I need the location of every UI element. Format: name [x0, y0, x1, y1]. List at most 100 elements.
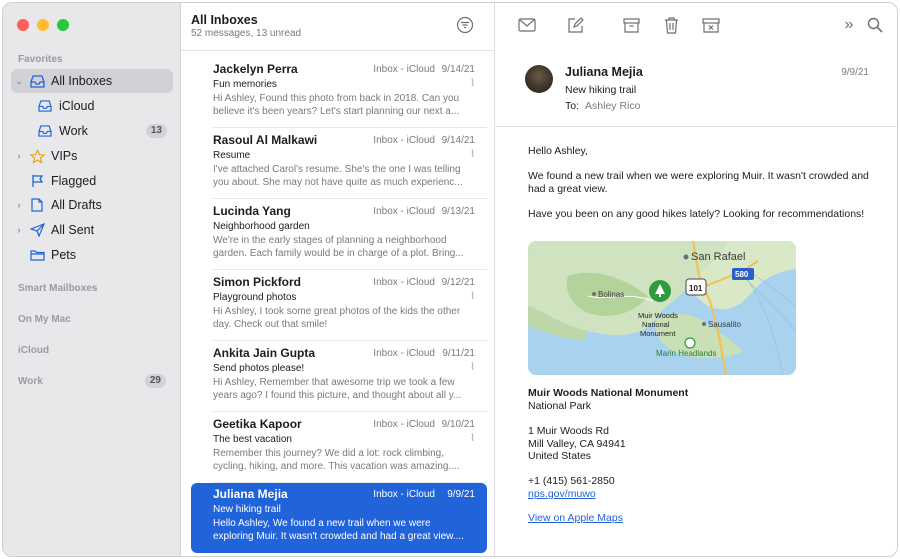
sidebar-item-label: All Inboxes — [51, 74, 113, 88]
avatar — [525, 65, 553, 93]
sidebar-item-icloud[interactable]: iCloud — [11, 94, 173, 118]
message-date: 9/11/21 — [442, 348, 475, 359]
folder-icon — [29, 247, 45, 263]
message-mailbox: Inbox - iCloud — [373, 135, 435, 146]
message-row[interactable]: Simon Pickford Inbox - iCloud 9/12/21 Pl… — [191, 271, 487, 341]
place-type: National Park — [528, 400, 592, 412]
apple-maps-link[interactable]: View on Apple Maps — [528, 512, 623, 524]
sidebar-item-flagged[interactable]: Flagged — [11, 169, 173, 193]
chevron-down-icon[interactable]: ⌄ — [13, 76, 25, 87]
message-mailbox: Inbox - iCloud — [373, 489, 435, 500]
message-sender: Lucinda Yang — [213, 204, 291, 218]
website-link[interactable]: nps.gov/muwo — [528, 488, 596, 500]
sidebar-item-pets[interactable]: Pets — [11, 243, 173, 267]
sidebar-item-all-inboxes[interactable]: ⌄ All Inboxes — [11, 69, 173, 93]
sender-name: Juliana Mejia — [565, 65, 643, 79]
sidebar-item-vips[interactable]: › VIPs — [11, 144, 173, 168]
message-row[interactable]: Ankita Jain Gupta Inbox - iCloud 9/11/21… — [191, 342, 487, 412]
message-date: 9/13/21 — [441, 206, 475, 217]
tray-icon — [29, 73, 45, 89]
message-row[interactable]: Lucinda Yang Inbox - iCloud 9/13/21 Neig… — [191, 200, 487, 270]
smart-mailboxes-header[interactable]: Smart Mailboxes — [18, 283, 97, 294]
message-sender: Geetika Kapoor — [213, 417, 302, 431]
message-mailbox: Inbox - iCloud — [373, 64, 435, 75]
message-subject: Resume — [213, 150, 251, 161]
message-sender: Rasoul Al Malkawi — [213, 133, 318, 147]
star-icon — [29, 148, 45, 164]
address-line: United States — [528, 450, 592, 462]
message-date: 9/10/21 — [441, 419, 475, 430]
message-preview: Hello Ashley, We found a new trail when … — [213, 518, 464, 542]
message-date: 9/14/21 — [441, 64, 475, 75]
on-my-mac-header[interactable]: On My Mac — [18, 314, 71, 325]
paperplane-icon — [29, 222, 45, 238]
minimize-button[interactable] — [37, 19, 49, 31]
tray-icon — [37, 123, 53, 139]
sidebar-item-all-sent[interactable]: › All Sent — [11, 218, 173, 242]
sidebar-item-work[interactable]: Work 13 — [11, 119, 173, 143]
sidebar-item-label: Flagged — [51, 174, 97, 188]
work-header[interactable]: Work — [18, 376, 43, 387]
map-label: Muir Woods — [638, 311, 678, 320]
search-icon[interactable] — [865, 15, 885, 35]
body-paragraph: Have you been on any good hikes lately? … — [528, 208, 865, 220]
svg-text:101: 101 — [689, 284, 703, 293]
map-label: National — [642, 320, 670, 329]
message-date: 9/9/21 — [841, 67, 869, 78]
filter-icon[interactable] — [456, 16, 474, 34]
map-label: Sausalito — [708, 320, 741, 329]
message-subject: Playground photos — [213, 292, 297, 303]
message-mailbox: Inbox - iCloud — [373, 419, 435, 430]
work-count-badge: 29 — [144, 374, 166, 388]
reading-pane: » Juliana Mejia 9/9/21 New hiking trail … — [495, 3, 897, 556]
sidebar: Favorites ⌄ All Inboxes iCloud Work 13 › — [3, 3, 181, 556]
place-name: Muir Woods National Monument — [528, 387, 689, 399]
junk-icon[interactable] — [701, 15, 721, 35]
unread-badge: 13 — [145, 124, 167, 138]
chevron-right-icon[interactable]: › — [13, 225, 25, 235]
archive-icon[interactable] — [621, 15, 641, 35]
map-label: San Rafael — [691, 251, 745, 263]
mail-window: Favorites ⌄ All Inboxes iCloud Work 13 › — [2, 2, 898, 557]
message-preview: Hi Ashley, Remember that awesome trip we… — [213, 377, 462, 401]
paperclip-icon: ⌇ — [470, 362, 475, 373]
message-count: 52 messages, 13 unread — [191, 28, 302, 39]
message-sender: Ankita Jain Gupta — [213, 346, 316, 360]
message-row-selected[interactable]: Juliana Mejia Inbox - iCloud 9/9/21 New … — [191, 483, 487, 553]
message-subject: The best vacation — [213, 434, 292, 445]
message-preview: I've attached Carol's resume. She's the … — [213, 164, 463, 188]
sidebar-item-label: All Sent — [51, 223, 95, 237]
zoom-button[interactable] — [57, 19, 69, 31]
sidebar-item-all-drafts[interactable]: › All Drafts — [11, 193, 173, 217]
sidebar-item-label: Work — [59, 124, 88, 138]
more-chevrons-icon[interactable]: » — [839, 15, 859, 35]
message-row[interactable]: Jackelyn Perra Inbox - iCloud 9/14/21 Fu… — [191, 58, 487, 128]
phone-number[interactable]: +1 (415) 561-2850 — [528, 475, 615, 487]
message-subject: Fun memories — [213, 79, 277, 90]
toolbar: » — [495, 3, 897, 45]
address-line: Mill Valley, CA 94941 — [528, 438, 626, 450]
chevron-right-icon[interactable]: › — [13, 200, 25, 210]
map-preview[interactable]: San Rafael Bolinas 101 580 Muir Woods Na… — [528, 241, 796, 375]
trash-icon[interactable] — [661, 15, 681, 35]
map-label: Marin Headlands — [656, 349, 716, 358]
recipient-line: To: Ashley Rico — [565, 100, 640, 112]
message-date: 9/14/21 — [441, 135, 475, 146]
message-preview: Remember this journey? We did a lot: roc… — [213, 448, 460, 472]
envelope-icon[interactable] — [517, 15, 537, 35]
message-row[interactable]: Rasoul Al Malkawi Inbox - iCloud 9/14/21… — [191, 129, 487, 199]
message-row[interactable]: Geetika Kapoor Inbox - iCloud 9/10/21 Th… — [191, 413, 487, 483]
favorites-header[interactable]: Favorites — [18, 54, 62, 65]
close-button[interactable] — [17, 19, 29, 31]
map-label: Bolinas — [598, 290, 624, 299]
message-sender: Juliana Mejia — [213, 487, 288, 501]
chevron-right-icon[interactable]: › — [13, 151, 25, 161]
tray-icon — [37, 98, 53, 114]
flag-icon — [29, 173, 45, 189]
recipient-name[interactable]: Ashley Rico — [585, 100, 640, 112]
to-label: To: — [565, 100, 580, 112]
icloud-header[interactable]: iCloud — [18, 345, 49, 356]
document-icon — [29, 197, 45, 213]
svg-text:580: 580 — [735, 270, 749, 279]
compose-icon[interactable] — [565, 15, 585, 35]
